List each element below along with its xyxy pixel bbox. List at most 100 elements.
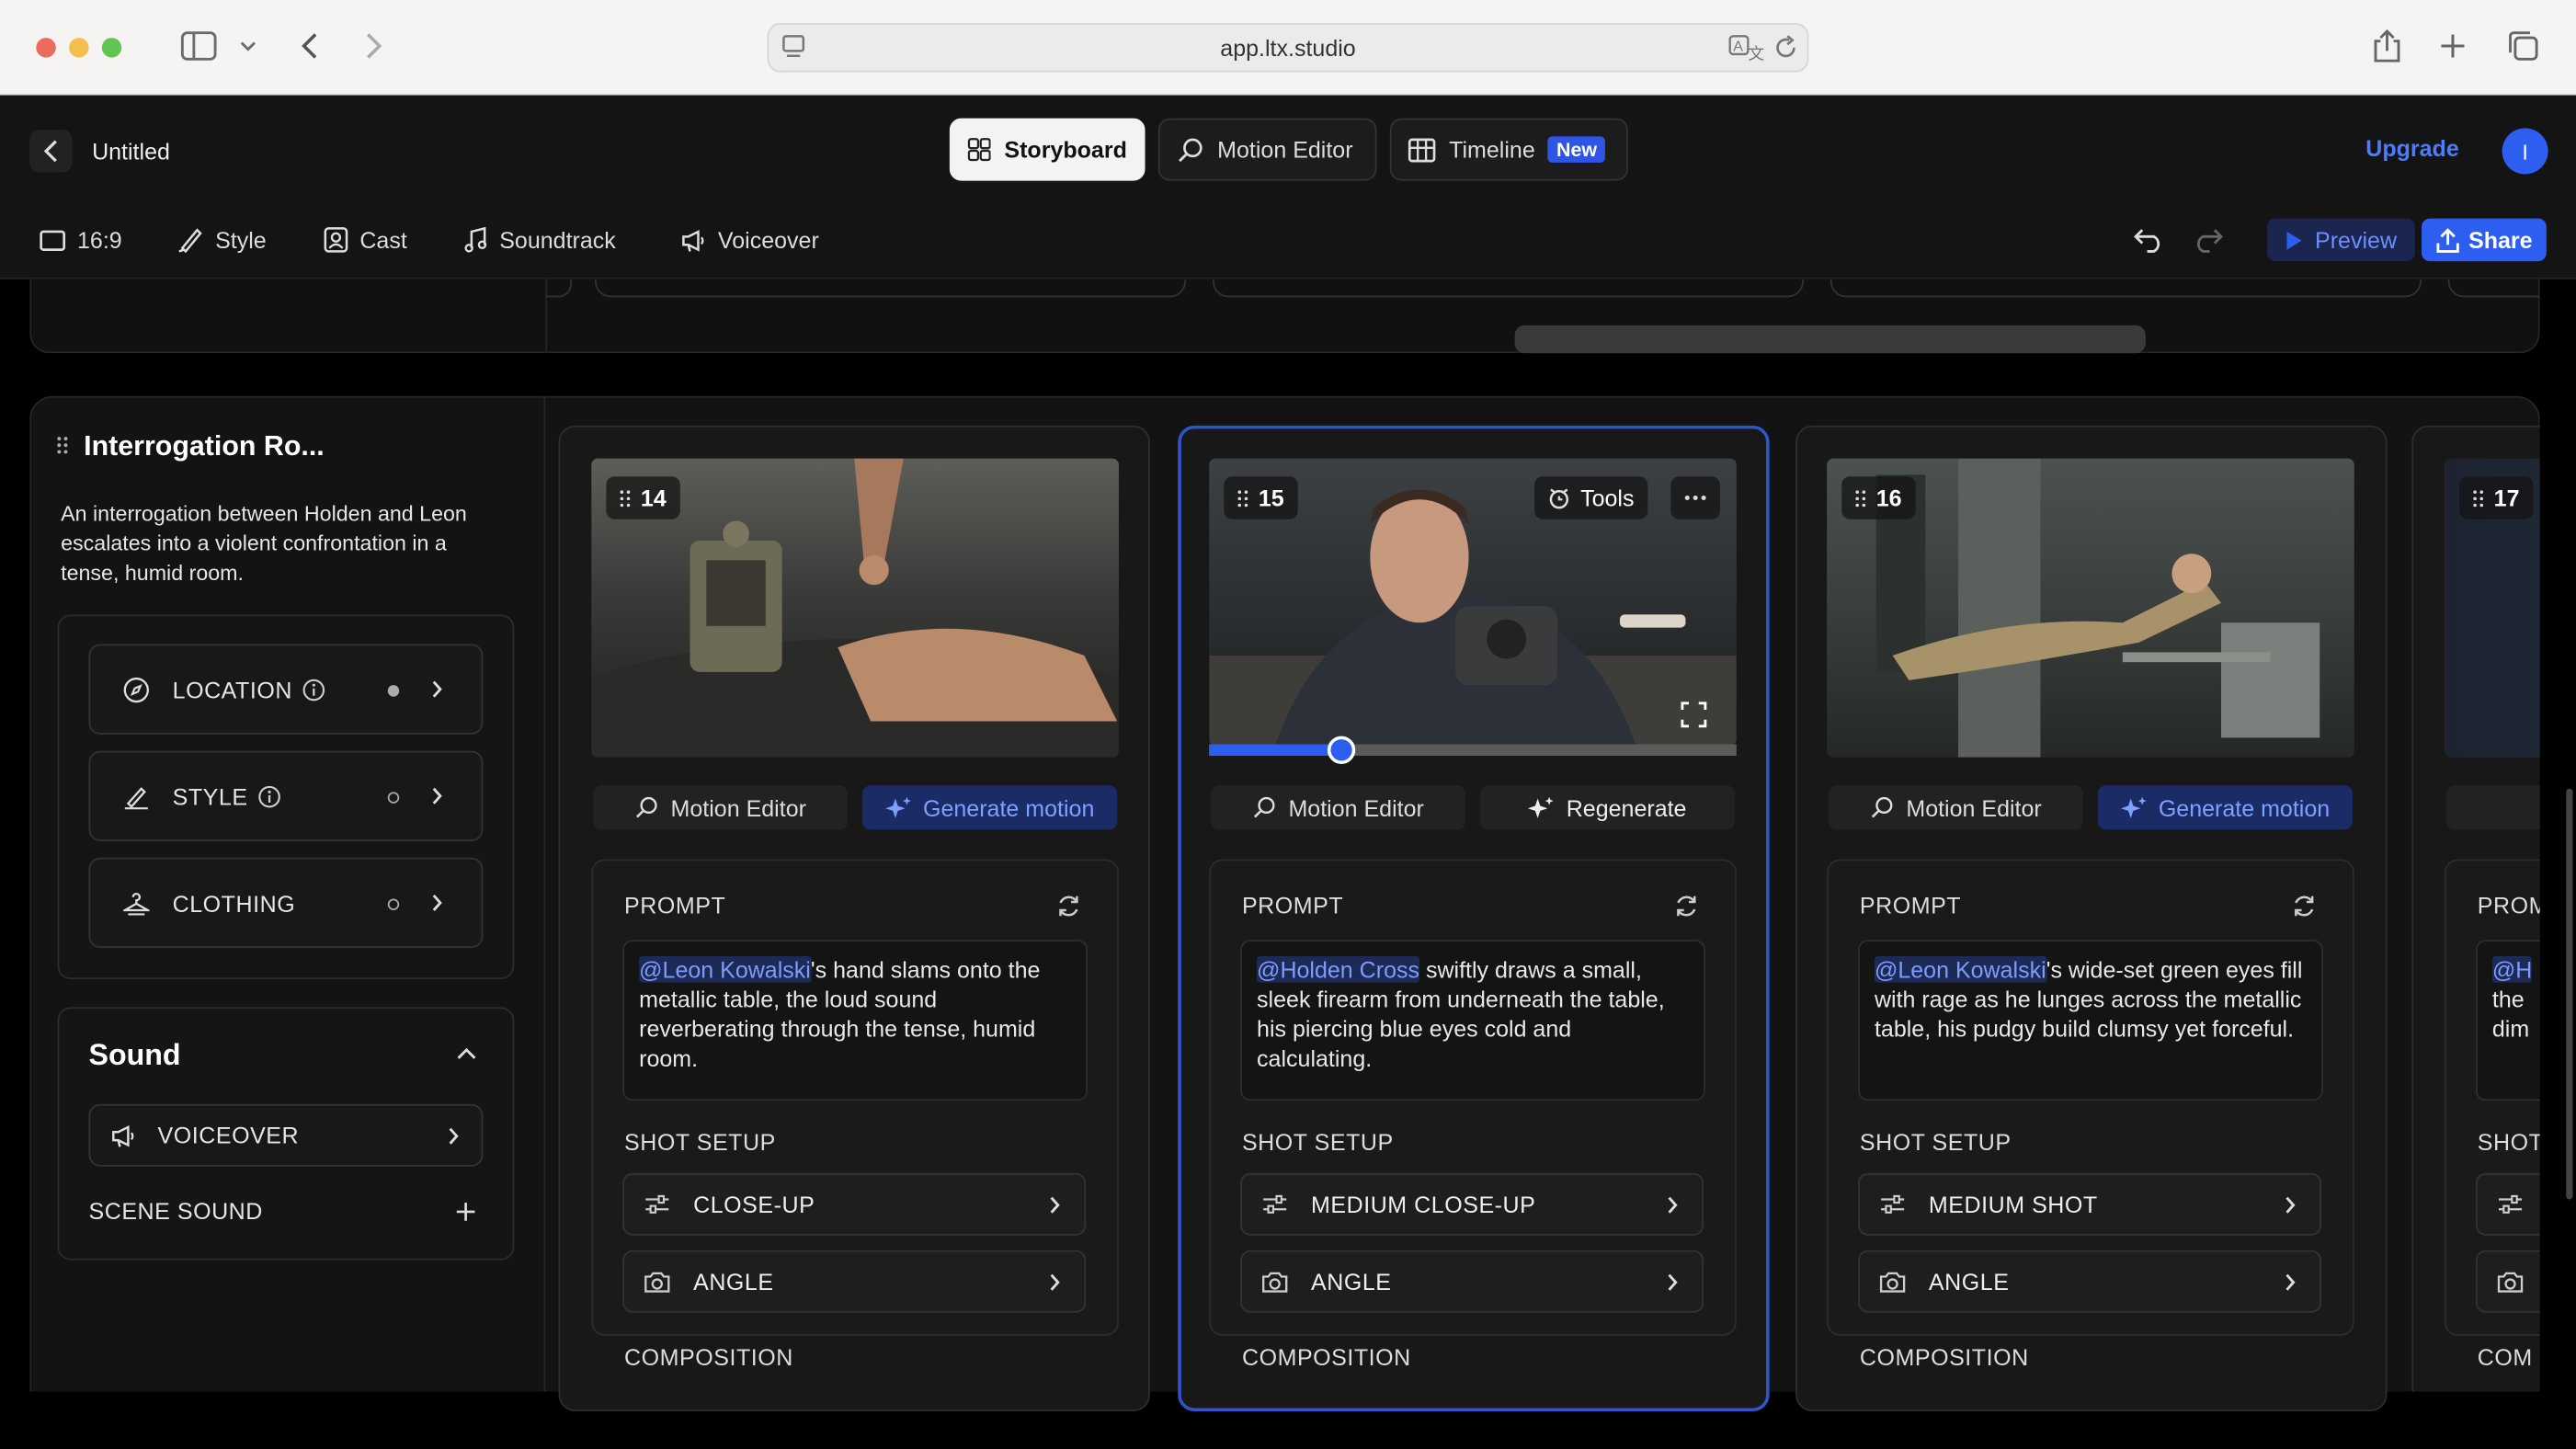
sound-title: Sound [88, 1038, 181, 1072]
redo-icon[interactable] [2192, 227, 2225, 254]
motion-editor-button[interactable]: Motion Editor [593, 785, 849, 830]
share-page-icon[interactable] [2372, 28, 2401, 63]
new-tab-icon[interactable] [2440, 33, 2467, 60]
clothing-label: CLOTHING [172, 889, 296, 917]
generate-motion-label: Generate motion [2158, 794, 2331, 821]
tab-storyboard[interactable]: Storyboard [949, 118, 1146, 181]
tools-icon [1549, 488, 1569, 509]
character-mention[interactable]: @Leon Kowalski [1874, 956, 2046, 983]
prompt-text[interactable]: @Holden Cross swiftly draws a small, sle… [1240, 940, 1705, 1101]
playback-track[interactable] [1209, 736, 1737, 764]
style-label: Style [215, 226, 267, 254]
shot-type-selector[interactable]: MEDIUM SHOT [1858, 1172, 2322, 1236]
motion-editor-button[interactable]: Motion Editor [1211, 785, 1465, 830]
tools-button[interactable]: Tools [1534, 476, 1647, 519]
address-bar[interactable]: app.ltx.studio [767, 23, 1809, 73]
angle-selector[interactable] [2475, 1249, 2540, 1313]
shot-type-selector[interactable]: CLOSE-UP [622, 1172, 1087, 1236]
soundtrack-button[interactable]: Soundtrack [463, 220, 616, 259]
tab-motion-editor[interactable]: Motion Editor [1157, 118, 1377, 181]
motion-editor-button[interactable] [2445, 785, 2540, 830]
fullscreen-icon[interactable] [1681, 702, 1707, 728]
shot-type-selector[interactable]: MEDIUM CLOSE-UP [1240, 1172, 1704, 1236]
style-setting[interactable]: STYLE [88, 750, 484, 841]
angle-selector[interactable]: ANGLE [1240, 1249, 1704, 1313]
site-settings-icon[interactable] [782, 35, 805, 62]
chevron-right-icon [1050, 1196, 1060, 1214]
back-to-projects[interactable]: Untitled [29, 130, 170, 173]
preview-button[interactable]: Preview [2267, 218, 2415, 262]
back-icon[interactable] [299, 31, 318, 61]
cast-label: Cast [359, 226, 407, 254]
shot-number-badge[interactable]: 15 [1224, 476, 1297, 519]
share-button[interactable]: Share [2422, 218, 2547, 262]
regenerate-button[interactable]: Regenerate [1480, 785, 1736, 830]
forward-icon[interactable] [365, 31, 384, 61]
drag-handle-icon[interactable] [56, 436, 69, 455]
more-options-button[interactable] [1670, 476, 1720, 519]
add-scene-sound-icon[interactable] [455, 1201, 476, 1222]
scene-description[interactable]: An interrogation between Holden and Leon… [61, 499, 504, 588]
shot-number: 15 [1258, 485, 1284, 511]
horizontal-scrollbar[interactable] [1514, 325, 2146, 354]
voiceover-setting[interactable]: VOICEOVER [88, 1103, 484, 1167]
avatar[interactable]: I [2502, 128, 2548, 175]
sidebar-toggle-icon[interactable] [180, 31, 217, 61]
prompt-text[interactable]: @H the dim [2475, 940, 2540, 1101]
chevron-down-icon[interactable] [240, 40, 256, 52]
shot-type-selector[interactable] [2475, 1172, 2540, 1236]
camera-icon [1262, 1272, 1288, 1293]
chevron-right-icon [1668, 1196, 1678, 1214]
voiceover-setting-label: VOICEOVER [157, 1122, 300, 1149]
shot-number-badge[interactable]: 17 [2459, 476, 2533, 519]
motion-editor-button[interactable]: Motion Editor [1828, 785, 2083, 830]
shot-number-badge[interactable]: 14 [606, 476, 680, 519]
chevron-right-icon [1668, 1273, 1678, 1291]
refresh-prompt-icon[interactable] [1674, 894, 1699, 918]
aspect-ratio-button[interactable]: 16:9 [40, 220, 122, 259]
composition-label: COMPOSITION [1241, 1343, 1411, 1371]
voiceover-label: Voiceover [717, 226, 819, 254]
sliders-icon [2499, 1194, 2523, 1214]
refresh-prompt-icon[interactable] [2292, 894, 2317, 918]
reload-icon[interactable] [1774, 35, 1799, 62]
clothing-setting[interactable]: CLOTHING [88, 857, 484, 949]
style-button[interactable]: Style [177, 220, 267, 259]
location-setting[interactable]: LOCATION [88, 644, 484, 735]
prompt-text[interactable]: @Leon Kowalski's hand slams onto the met… [622, 940, 1088, 1101]
character-mention[interactable]: @Holden Cross [1257, 956, 1420, 983]
collapse-chevron-up-icon[interactable] [455, 1045, 478, 1062]
megaphone-icon [682, 229, 704, 251]
tab-overview-icon[interactable] [2507, 29, 2540, 63]
generate-motion-button[interactable]: Generate motion [862, 785, 1118, 830]
back-arrow-icon[interactable] [29, 130, 73, 173]
minimize-window-button[interactable] [69, 38, 89, 58]
info-icon[interactable] [257, 784, 280, 807]
generate-motion-button[interactable]: Generate motion [2097, 785, 2353, 830]
translate-icon[interactable]: A文 [1728, 35, 1764, 61]
tab-label: Timeline [1449, 136, 1535, 163]
aspect-ratio-icon [40, 229, 66, 251]
scene-title[interactable]: Interrogation Ro... [84, 430, 325, 463]
refresh-prompt-icon[interactable] [1056, 894, 1081, 918]
undo-icon[interactable] [2133, 227, 2166, 254]
shot-number-badge[interactable]: 16 [1841, 476, 1915, 519]
close-window-button[interactable] [36, 38, 56, 58]
upload-icon [2435, 227, 2458, 252]
voiceover-button[interactable]: Voiceover [680, 220, 819, 259]
angle-selector[interactable]: ANGLE [622, 1249, 1087, 1313]
project-title[interactable]: Untitled [92, 138, 170, 165]
zoom-window-button[interactable] [101, 38, 122, 58]
character-mention[interactable]: @H [2491, 956, 2533, 983]
info-icon[interactable] [302, 678, 325, 701]
prompt-text[interactable]: @Leon Kowalski's wide-set green eyes fil… [1858, 940, 2323, 1101]
compass-icon [123, 676, 150, 702]
cast-button[interactable]: Cast [324, 220, 407, 259]
tab-timeline[interactable]: Timeline New [1389, 118, 1628, 181]
shot-setup-label: SHOT SETUP [1859, 1128, 2012, 1156]
vertical-scrollbar[interactable] [2566, 788, 2573, 1200]
angle-selector[interactable]: ANGLE [1858, 1249, 2322, 1313]
cast-icon [324, 227, 348, 253]
upgrade-link[interactable]: Upgrade [2365, 135, 2458, 162]
character-mention[interactable]: @Leon Kowalski [639, 956, 811, 983]
